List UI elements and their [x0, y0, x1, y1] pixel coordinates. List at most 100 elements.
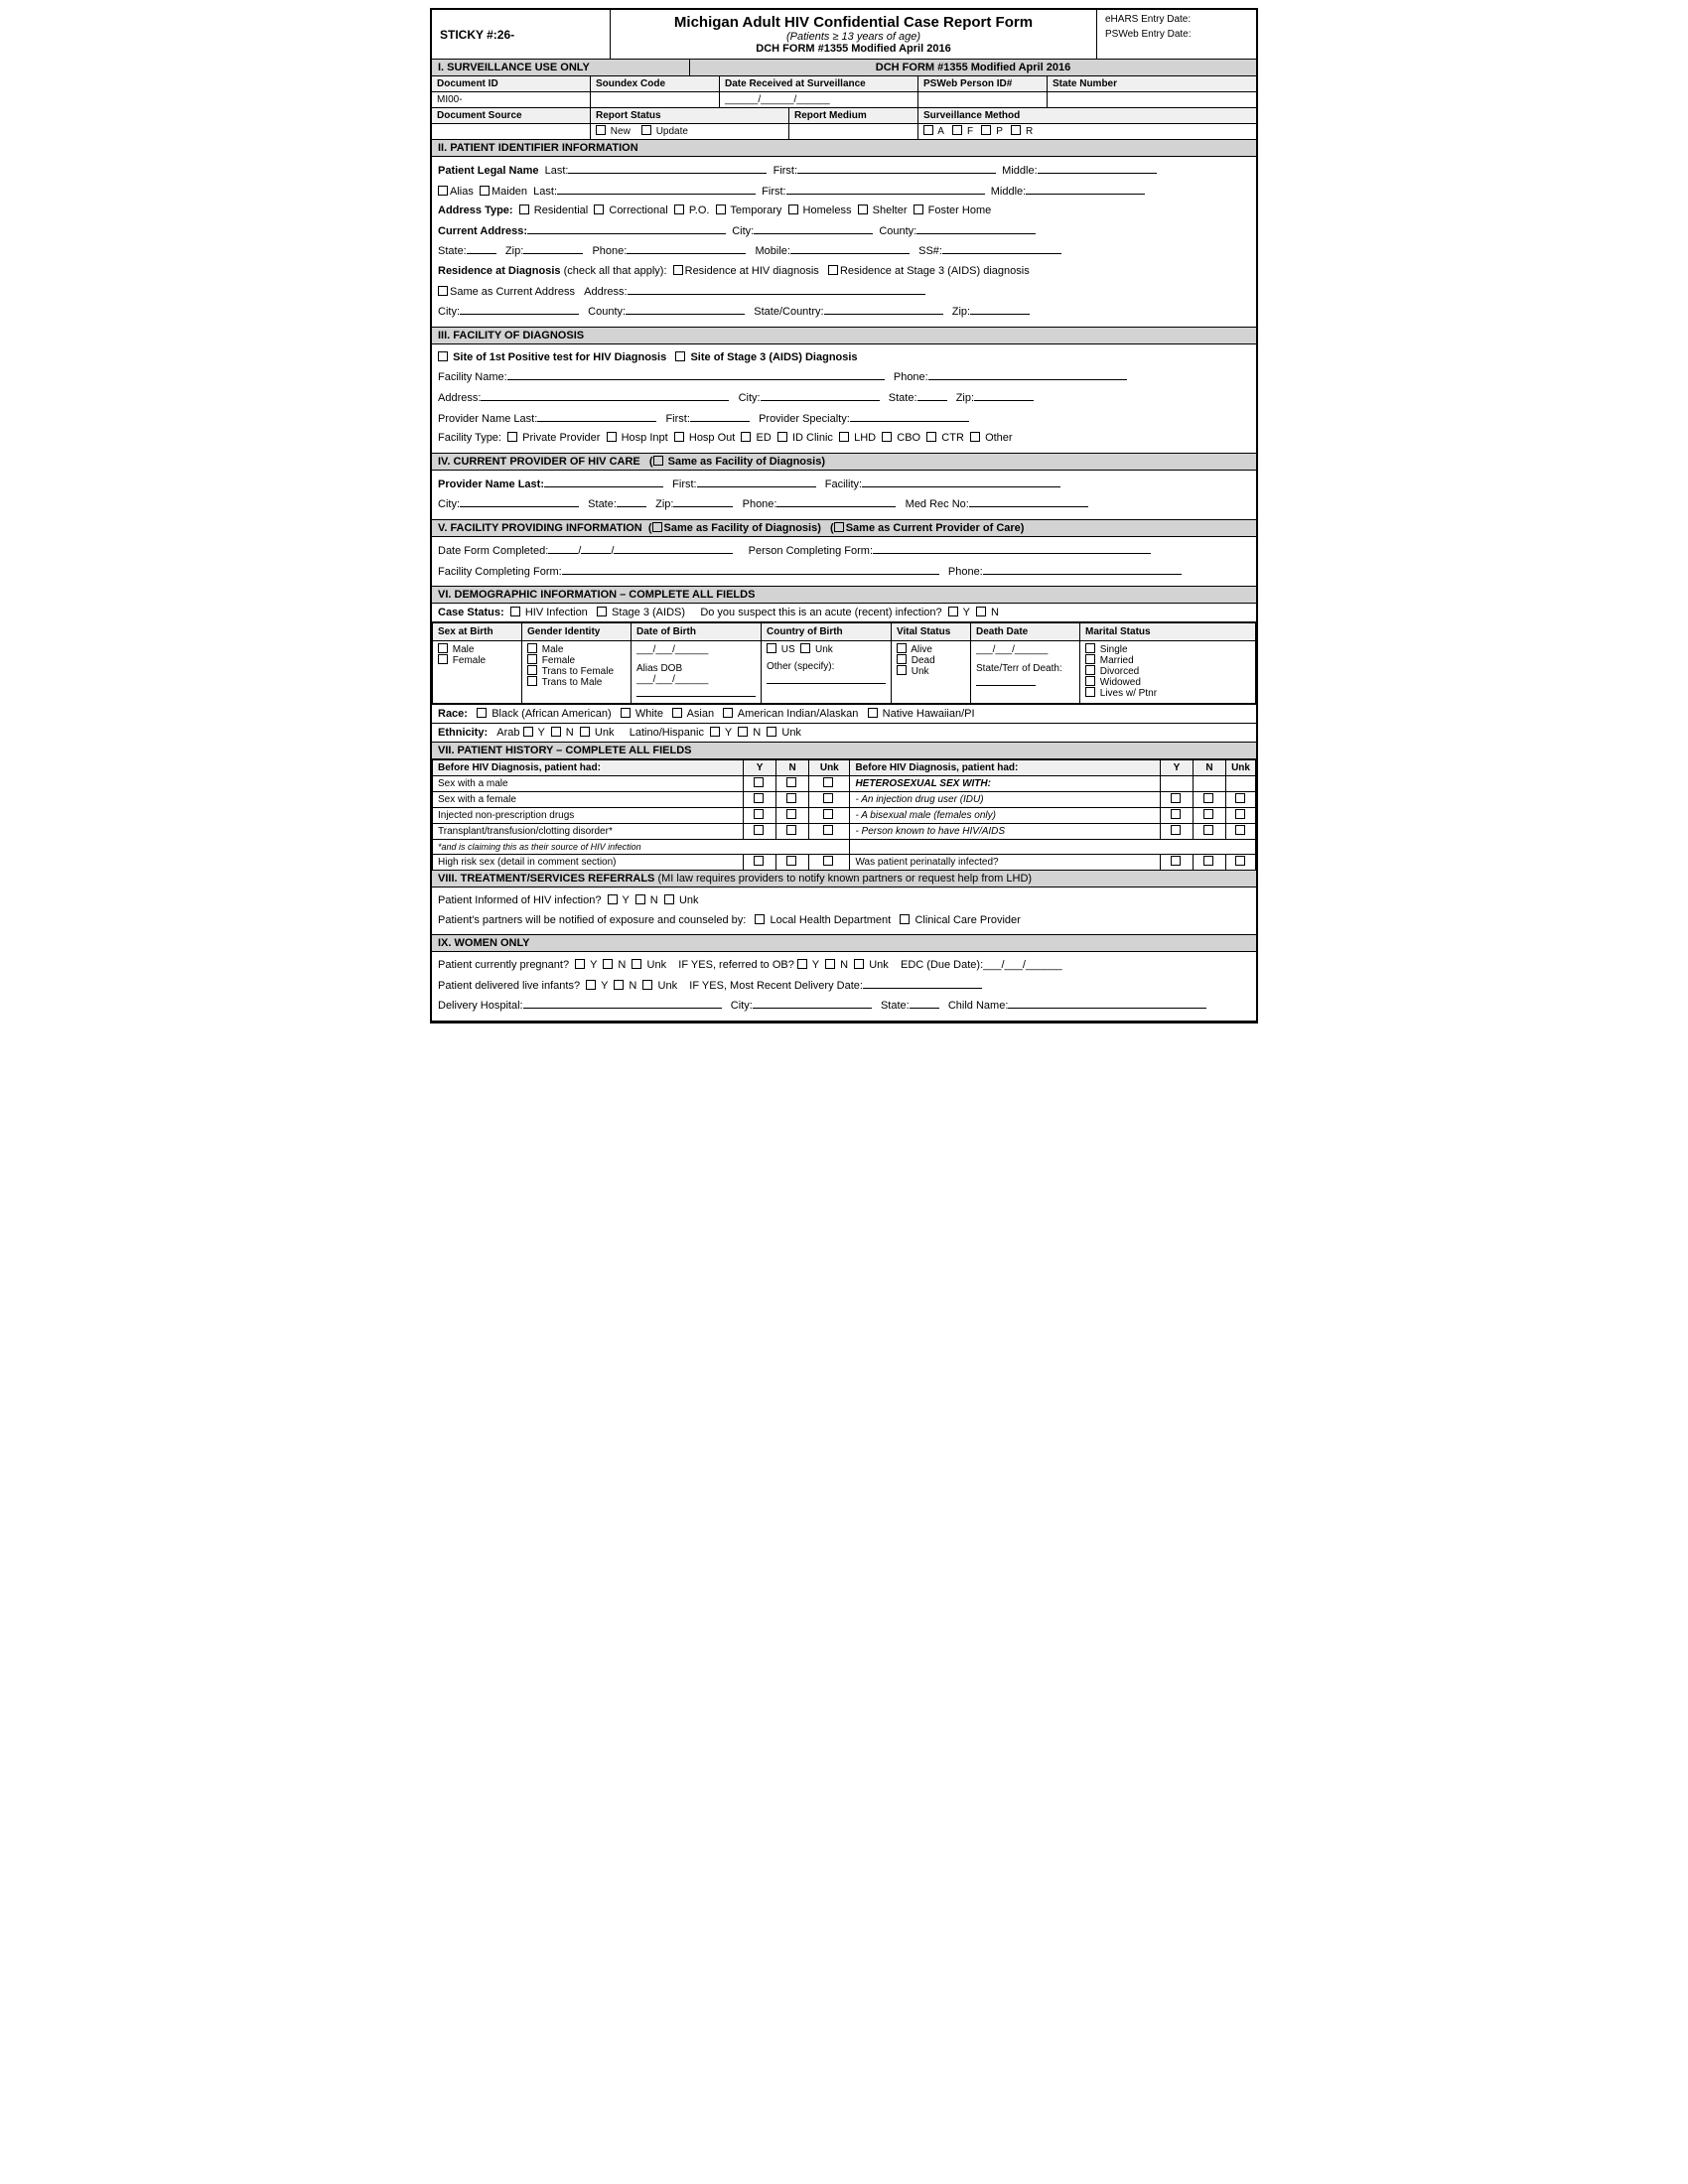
- facility-phone-field[interactable]: [928, 368, 1127, 380]
- r2-y-checkbox[interactable]: [1171, 793, 1181, 803]
- facility-zip-field[interactable]: [974, 389, 1034, 401]
- hiv-infection-checkbox[interactable]: [510, 607, 520, 616]
- dead-checkbox[interactable]: [897, 654, 907, 664]
- v-date-y-field[interactable]: [614, 542, 733, 554]
- res-stage3-checkbox[interactable]: [828, 265, 838, 275]
- current-address-field[interactable]: [527, 222, 726, 234]
- country-unk-checkbox[interactable]: [800, 643, 810, 653]
- hosp-out-checkbox[interactable]: [674, 432, 684, 442]
- delivery-date-field[interactable]: [863, 977, 982, 989]
- res-zip-field[interactable]: [970, 303, 1030, 315]
- informed-n-checkbox[interactable]: [635, 894, 645, 904]
- facility-address-field[interactable]: [481, 389, 729, 401]
- l3-n-checkbox[interactable]: [786, 809, 796, 819]
- preg-n-checkbox[interactable]: [603, 959, 613, 969]
- site2-checkbox[interactable]: [675, 351, 685, 361]
- l4-y-checkbox[interactable]: [754, 825, 764, 835]
- city-field[interactable]: [754, 222, 873, 234]
- facility-state-field[interactable]: [917, 389, 947, 401]
- delivery-city-field[interactable]: [753, 997, 872, 1009]
- homeless-checkbox[interactable]: [788, 205, 798, 214]
- res-address-field[interactable]: [628, 283, 925, 295]
- v-facility-field[interactable]: [562, 563, 939, 575]
- hosp-inpt-checkbox[interactable]: [607, 432, 617, 442]
- male-sex-checkbox[interactable]: [438, 643, 448, 653]
- peri-unk-checkbox[interactable]: [1235, 856, 1245, 866]
- r4-unk-checkbox[interactable]: [1235, 825, 1245, 835]
- provider-spec-field[interactable]: [850, 410, 969, 422]
- l2-unk-checkbox[interactable]: [823, 793, 833, 803]
- state-field[interactable]: [467, 242, 496, 254]
- asian-checkbox[interactable]: [672, 708, 682, 718]
- v-person-field[interactable]: [873, 542, 1151, 554]
- l6-y-checkbox[interactable]: [754, 856, 764, 866]
- surv-f-checkbox[interactable]: [952, 125, 962, 135]
- surv-p-checkbox[interactable]: [981, 125, 991, 135]
- l2-n-checkbox[interactable]: [786, 793, 796, 803]
- facility-city-field[interactable]: [761, 389, 880, 401]
- alias-middle-field[interactable]: [1026, 183, 1145, 195]
- iv-state-field[interactable]: [617, 495, 646, 507]
- arab-n-checkbox[interactable]: [551, 727, 561, 737]
- foster-home-checkbox[interactable]: [914, 205, 923, 214]
- other-checkbox[interactable]: [970, 432, 980, 442]
- acute-y-checkbox[interactable]: [948, 607, 958, 616]
- provider-last-field[interactable]: [537, 410, 656, 422]
- divorced-checkbox[interactable]: [1085, 665, 1095, 675]
- v-date-m-field[interactable]: [548, 542, 578, 554]
- del-n-checkbox[interactable]: [614, 980, 624, 990]
- shelter-checkbox[interactable]: [858, 205, 868, 214]
- id-clinic-checkbox[interactable]: [777, 432, 787, 442]
- informed-unk-checkbox[interactable]: [664, 894, 674, 904]
- gender-female-checkbox[interactable]: [527, 654, 537, 664]
- delivery-hospital-field[interactable]: [523, 997, 722, 1009]
- v-phone-field[interactable]: [983, 563, 1182, 575]
- zip-field[interactable]: [523, 242, 583, 254]
- county-field[interactable]: [916, 222, 1036, 234]
- latino-unk-checkbox[interactable]: [767, 727, 776, 737]
- same-facility-checkbox[interactable]: [653, 456, 663, 466]
- res-city-field[interactable]: [460, 303, 579, 315]
- l4-n-checkbox[interactable]: [786, 825, 796, 835]
- l6-unk-checkbox[interactable]: [823, 856, 833, 866]
- middle-name-field[interactable]: [1038, 162, 1157, 174]
- surv-a-checkbox[interactable]: [923, 125, 933, 135]
- r2-n-checkbox[interactable]: [1203, 793, 1213, 803]
- single-checkbox[interactable]: [1085, 643, 1095, 653]
- l2-y-checkbox[interactable]: [754, 793, 764, 803]
- gender-male-checkbox[interactable]: [527, 643, 537, 653]
- preg-unk-checkbox[interactable]: [632, 959, 641, 969]
- r4-y-checkbox[interactable]: [1171, 825, 1181, 835]
- american-indian-checkbox[interactable]: [723, 708, 733, 718]
- cbo-checkbox[interactable]: [882, 432, 892, 442]
- alias-first-field[interactable]: [786, 183, 985, 195]
- r4-n-checkbox[interactable]: [1203, 825, 1213, 835]
- ctr-checkbox[interactable]: [926, 432, 936, 442]
- clinical-notify-checkbox[interactable]: [900, 914, 910, 924]
- iv-phone-field[interactable]: [776, 495, 896, 507]
- l6-n-checkbox[interactable]: [786, 856, 796, 866]
- vital-unk-checkbox[interactable]: [897, 665, 907, 675]
- correctional-checkbox[interactable]: [594, 205, 604, 214]
- facility-name-field[interactable]: [507, 368, 885, 380]
- first-name-field[interactable]: [797, 162, 996, 174]
- same-current-checkbox[interactable]: [438, 286, 448, 296]
- alias-last-field[interactable]: [557, 183, 756, 195]
- female-sex-checkbox[interactable]: [438, 654, 448, 664]
- arab-unk-checkbox[interactable]: [580, 727, 590, 737]
- trans-female-checkbox[interactable]: [527, 665, 537, 675]
- country-other-field[interactable]: [767, 672, 886, 684]
- v-same-dx-checkbox[interactable]: [652, 522, 662, 532]
- r3-unk-checkbox[interactable]: [1235, 809, 1245, 819]
- delivery-state-field[interactable]: [910, 997, 939, 1009]
- peri-y-checkbox[interactable]: [1171, 856, 1181, 866]
- native-hawaiian-checkbox[interactable]: [868, 708, 878, 718]
- update-checkbox[interactable]: [641, 125, 651, 135]
- lhd-notify-checkbox[interactable]: [755, 914, 765, 924]
- res-hiv-checkbox[interactable]: [673, 265, 683, 275]
- acute-n-checkbox[interactable]: [976, 607, 986, 616]
- ob-y-checkbox[interactable]: [797, 959, 807, 969]
- temporary-checkbox[interactable]: [716, 205, 726, 214]
- l1-unk-checkbox[interactable]: [823, 777, 833, 787]
- white-checkbox[interactable]: [621, 708, 631, 718]
